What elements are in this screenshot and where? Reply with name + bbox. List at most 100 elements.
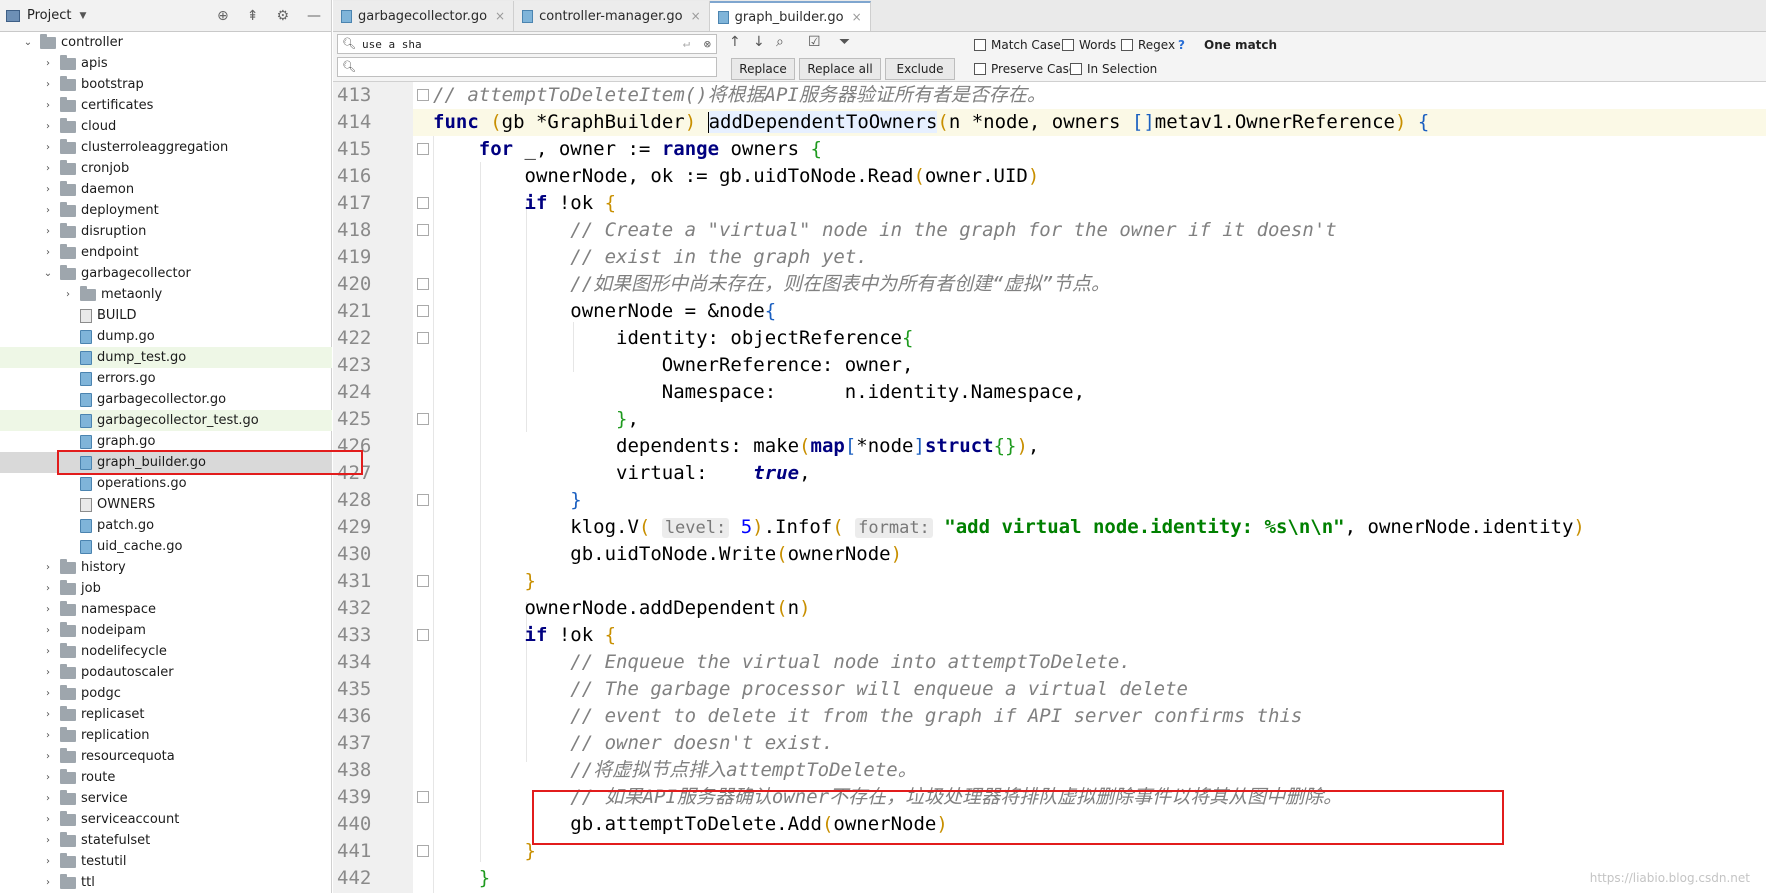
chevron-right-icon[interactable]: › [42,100,54,111]
tree-item-garbagecollector-go[interactable]: garbagecollector.go [0,389,332,410]
chevron-right-icon[interactable]: › [42,730,54,741]
chevron-down-icon[interactable]: ▼ [79,11,86,21]
locate-icon[interactable]: ⊕ [217,8,229,24]
fold-marker[interactable] [417,89,429,101]
replace-all-button[interactable]: Replace all [799,58,881,80]
tree-item-daemon[interactable]: › daemon [0,179,332,200]
tree-item-history[interactable]: › history [0,557,332,578]
tree-item-bootstrap[interactable]: › bootstrap [0,74,332,95]
replace-button[interactable]: Replace [731,58,795,80]
fold-marker[interactable] [417,278,429,290]
words-checkbox[interactable]: Words [1062,38,1116,52]
select-all-occurrences-icon[interactable]: ☑ [808,34,821,50]
chevron-right-icon[interactable]: › [42,163,54,174]
tree-item-garbagecollector[interactable]: ⌄ garbagecollector [0,263,332,284]
chevron-down-icon[interactable]: ⌄ [22,37,34,48]
tree-item-certificates[interactable]: › certificates [0,95,332,116]
close-icon[interactable]: × [852,10,862,24]
gear-icon[interactable]: ⚙ [276,8,289,24]
tree-item-route[interactable]: › route [0,767,332,788]
tree-item-dump-test-go[interactable]: dump_test.go [0,347,332,368]
fold-marker[interactable] [417,413,429,425]
tree-item-patch-go[interactable]: patch.go [0,515,332,536]
find-all-icon[interactable]: ⌕ [776,34,784,50]
fold-marker[interactable] [417,845,429,857]
fold-marker[interactable] [417,143,429,155]
preserve-case-checkbox[interactable]: Preserve Case [974,62,1076,76]
fold-marker[interactable] [417,305,429,317]
tree-item-errors-go[interactable]: errors.go [0,368,332,389]
chevron-right-icon[interactable]: › [42,583,54,594]
tree-item-operations-go[interactable]: operations.go [0,473,332,494]
tree-item-replicaset[interactable]: › replicaset [0,704,332,725]
chevron-right-icon[interactable]: › [42,667,54,678]
tree-item-nodelifecycle[interactable]: › nodelifecycle [0,641,332,662]
chevron-right-icon[interactable]: › [42,814,54,825]
chevron-right-icon[interactable]: › [42,646,54,657]
chevron-right-icon[interactable]: › [42,772,54,783]
tree-item-endpoint[interactable]: › endpoint [0,242,332,263]
in-selection-checkbox[interactable]: In Selection [1070,62,1157,76]
chevron-right-icon[interactable]: › [42,184,54,195]
new-line-icon[interactable]: ↵ [683,36,690,50]
fold-marker[interactable] [417,197,429,209]
tree-item-uid-cache-go[interactable]: uid_cache.go [0,536,332,557]
previous-occurrence-icon[interactable]: ↑ [729,34,741,50]
chevron-right-icon[interactable]: › [42,226,54,237]
clear-icon[interactable]: ⊗ [704,37,711,51]
chevron-right-icon[interactable]: › [42,877,54,888]
chevron-right-icon[interactable]: › [42,688,54,699]
match-case-checkbox[interactable]: Match Case [974,38,1061,52]
tree-item-statefulset[interactable]: › statefulset [0,830,332,851]
collapse-icon[interactable]: ⇞ [247,8,259,24]
tree-item-replication[interactable]: › replication [0,725,332,746]
fold-marker[interactable] [417,629,429,641]
fold-marker[interactable] [417,494,429,506]
tree-item-job[interactable]: › job [0,578,332,599]
tree-item-serviceaccount[interactable]: › serviceaccount [0,809,332,830]
close-icon[interactable]: × [691,9,701,23]
next-occurrence-icon[interactable]: ↓ [753,34,765,50]
replace-input[interactable]: 🔍︎ [337,57,717,77]
chevron-right-icon[interactable]: › [42,79,54,90]
fold-marker[interactable] [417,332,429,344]
chevron-right-icon[interactable]: › [42,625,54,636]
tree-item-cloud[interactable]: › cloud [0,116,332,137]
code-editor[interactable]: 413 414 415 416 417 418 419 420 421 422 423 424 425 4… [333,82,1766,893]
chevron-right-icon[interactable]: › [42,247,54,258]
chevron-right-icon[interactable]: › [42,562,54,573]
filter-icon[interactable]: ⏷ [839,34,850,50]
tree-item-namespace[interactable]: › namespace [0,599,332,620]
tree-item-service[interactable]: › service [0,788,332,809]
regex-help-link[interactable]: ? [1178,38,1185,52]
tree-item-clusterroleaggregation[interactable]: › clusterroleaggregation [0,137,332,158]
tree-item-garbagecollector-test-go[interactable]: garbagecollector_test.go [0,410,332,431]
tree-item-podautoscaler[interactable]: › podautoscaler [0,662,332,683]
tab-graph-builder-go[interactable]: graph_builder.go × [709,1,871,31]
search-input[interactable]: 🔍︎ use a sha ↵ ⊗ [337,34,717,54]
close-icon[interactable]: × [495,9,505,23]
chevron-right-icon[interactable]: › [42,793,54,804]
tree-item-build[interactable]: BUILD [0,305,332,326]
tree-item-disruption[interactable]: › disruption [0,221,332,242]
chevron-right-icon[interactable]: › [62,289,74,300]
chevron-right-icon[interactable]: › [42,121,54,132]
fold-marker[interactable] [417,575,429,587]
tree-item-controller[interactable]: ⌄ controller [0,32,332,53]
tree-item-deployment[interactable]: › deployment [0,200,332,221]
project-panel-header[interactable]: Project ▼ ⊕ ⇞ ⚙ — [0,0,331,32]
tree-item-metaonly[interactable]: › metaonly [0,284,332,305]
tree-item-graph-go[interactable]: graph.go [0,431,332,452]
tree-item-ttl[interactable]: › ttl [0,872,332,893]
tree-item-nodeipam[interactable]: › nodeipam [0,620,332,641]
chevron-right-icon[interactable]: › [42,835,54,846]
chevron-right-icon[interactable]: › [42,58,54,69]
chevron-right-icon[interactable]: › [42,604,54,615]
chevron-right-icon[interactable]: › [42,751,54,762]
hide-icon[interactable]: — [307,8,321,24]
tree-item-apis[interactable]: › apis [0,53,332,74]
regex-checkbox[interactable]: Regex [1121,38,1175,52]
tree-item-owners[interactable]: OWNERS [0,494,332,515]
tree-item-dump-go[interactable]: dump.go [0,326,332,347]
search-icon[interactable]: 🔍︎ [342,37,356,50]
